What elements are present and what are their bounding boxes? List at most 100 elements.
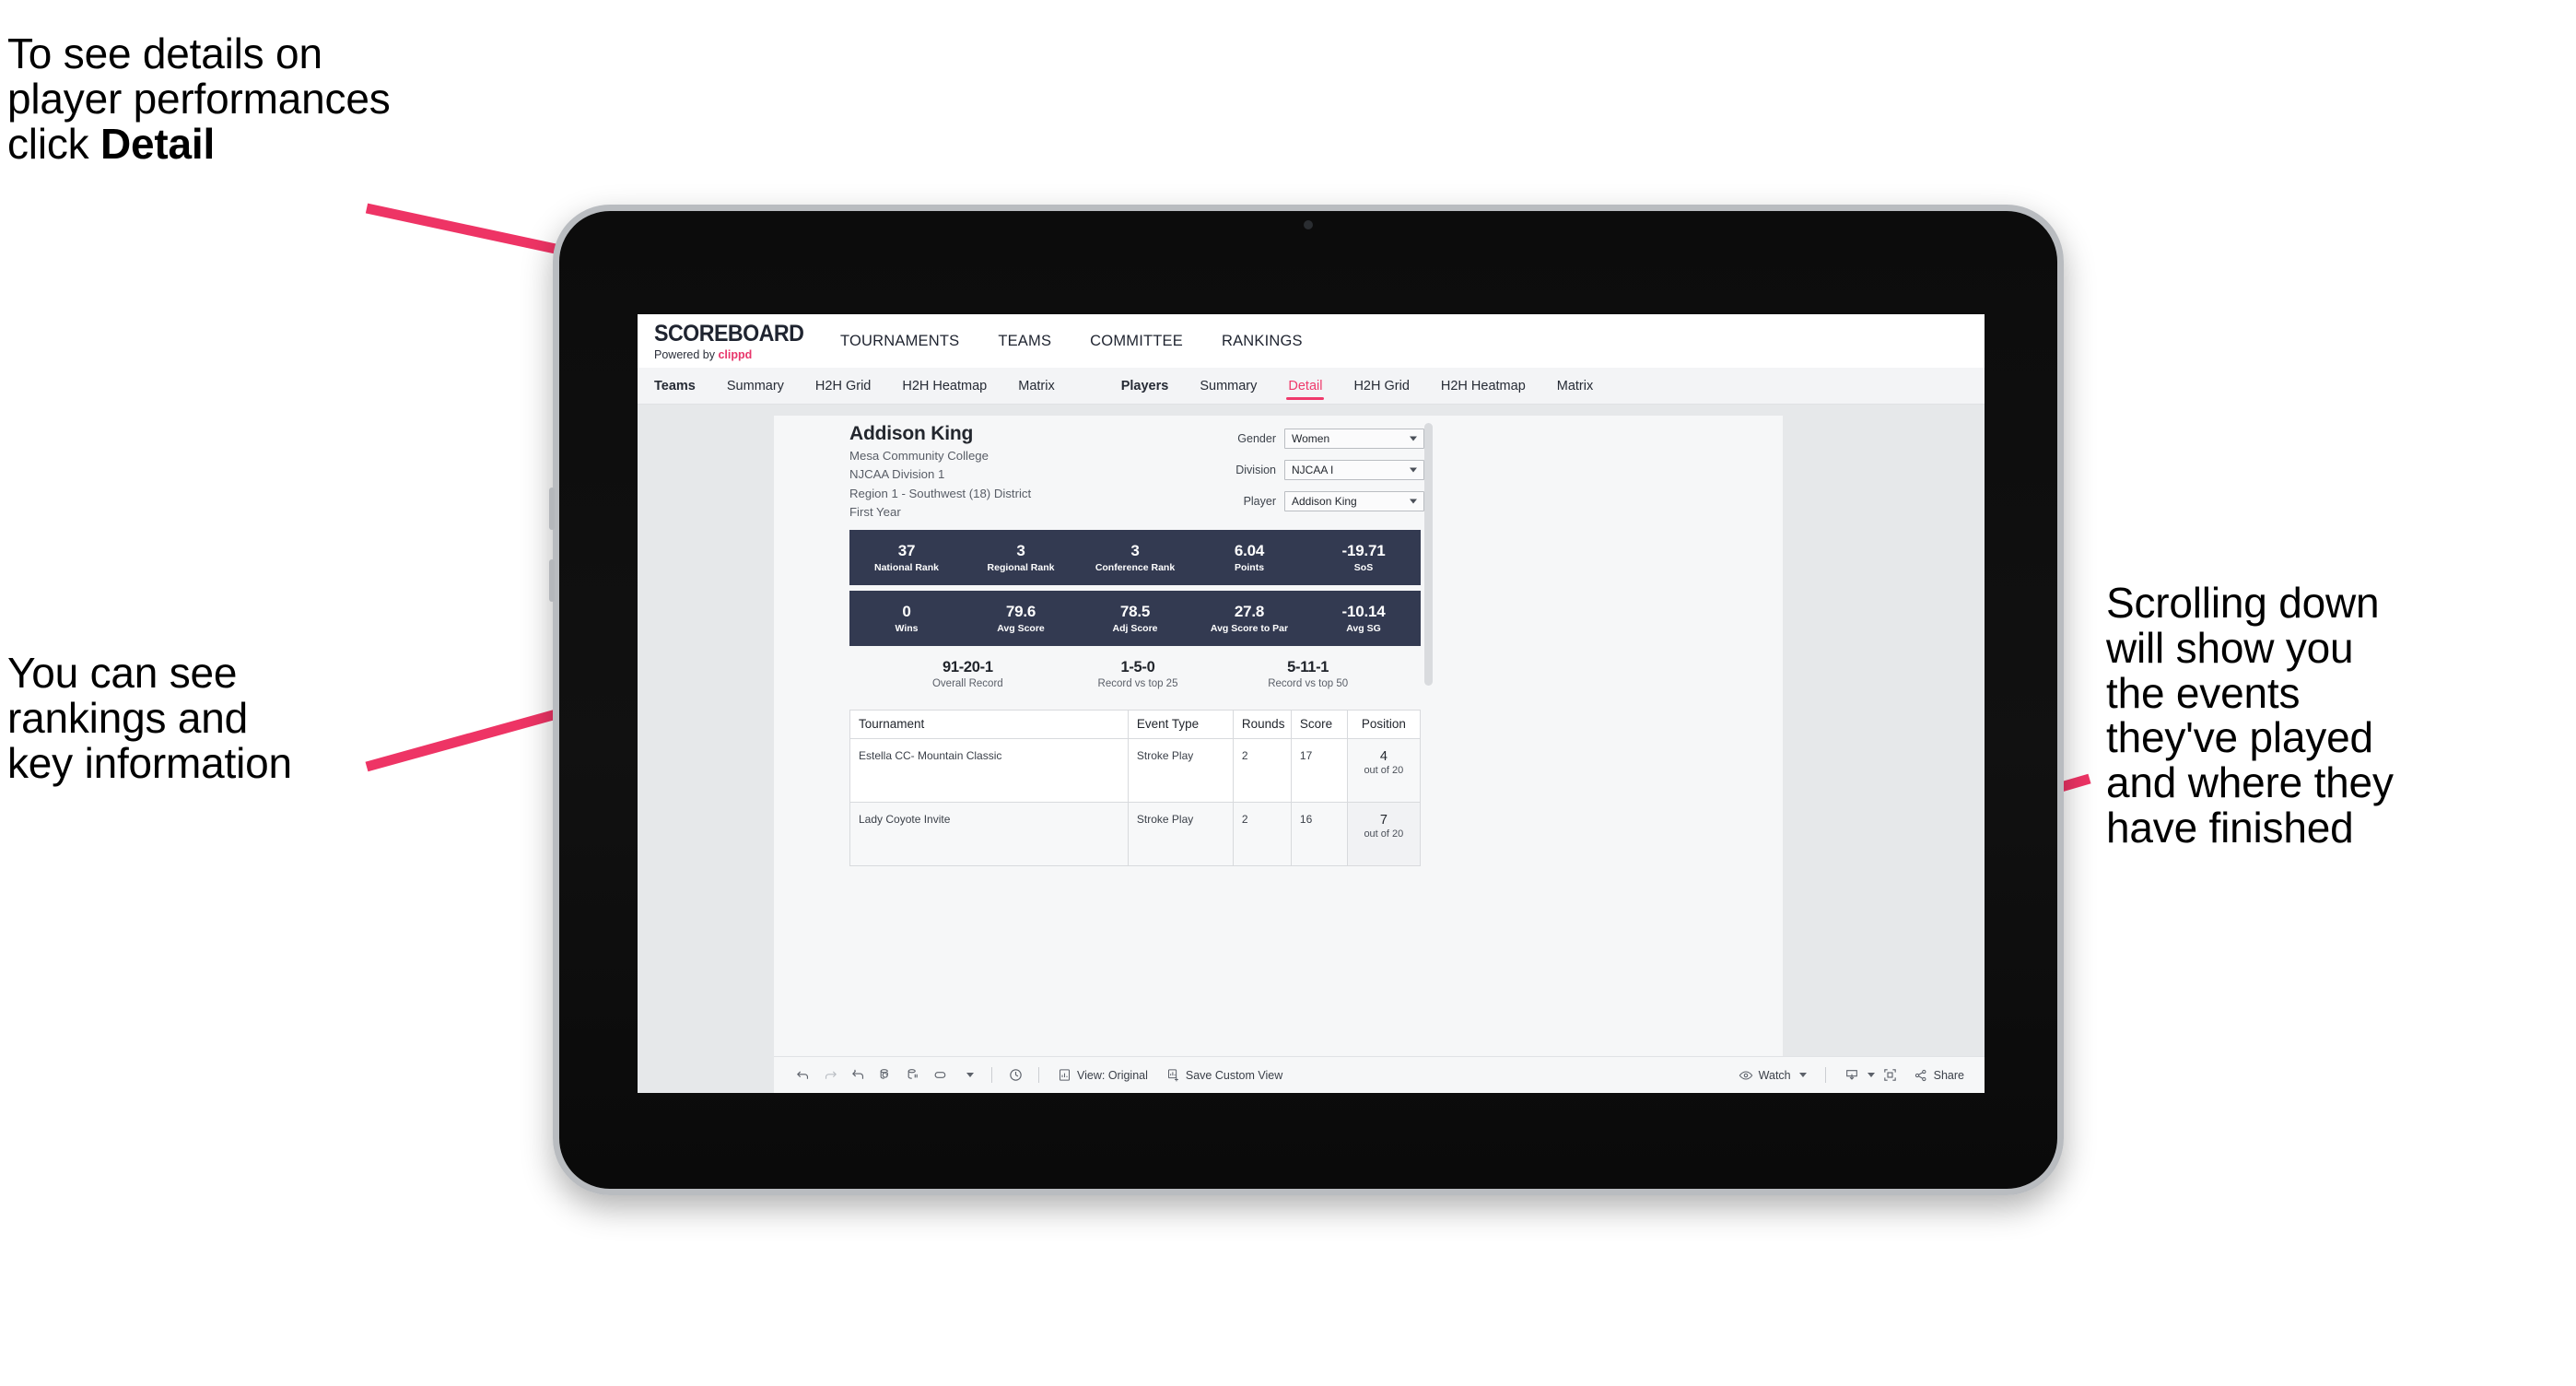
stats-bar-rankings: 37 National Rank 3 Regional Rank 3 Confe… bbox=[849, 529, 1421, 585]
redo-icon[interactable] bbox=[816, 1062, 844, 1089]
stat-value: -19.71 bbox=[1341, 541, 1386, 559]
filter-select-gender[interactable]: Women bbox=[1284, 429, 1424, 449]
tab-players-h2h-grid[interactable]: H2H Grid bbox=[1353, 368, 1409, 405]
watch-button[interactable]: Watch bbox=[1729, 1062, 1816, 1089]
eye-icon bbox=[1739, 1070, 1752, 1080]
pause-data-icon[interactable] bbox=[899, 1062, 927, 1089]
tab-teams[interactable]: Teams bbox=[654, 368, 696, 405]
stat-value: 0 bbox=[902, 602, 911, 620]
browser-viewport: SCOREBOARD Powered by clippd TOURNAMENTS… bbox=[638, 314, 1985, 1093]
record-value: 91-20-1 bbox=[942, 658, 993, 675]
column-header-score[interactable]: Score bbox=[1290, 709, 1348, 739]
filter-value-gender: Women bbox=[1292, 432, 1330, 445]
toolbar-caret-icon[interactable] bbox=[954, 1062, 982, 1089]
share-icon bbox=[1914, 1069, 1926, 1081]
stat-label: Points bbox=[1234, 561, 1265, 573]
vertical-scrollbar[interactable] bbox=[1424, 423, 1433, 686]
save-custom-view-label: Save Custom View bbox=[1185, 1068, 1283, 1082]
stat-value: 3 bbox=[1130, 541, 1140, 559]
screenshot-root: To see details on player performances cl… bbox=[0, 0, 2576, 1386]
table-header-row: Tournament Event Type Rounds Score Posit… bbox=[849, 709, 1422, 739]
record-label: Record vs top 50 bbox=[1268, 677, 1349, 689]
tab-teams-h2h-heatmap[interactable]: H2H Heatmap bbox=[902, 368, 987, 405]
stat-value: -10.14 bbox=[1341, 602, 1386, 620]
cell-rounds: 2 bbox=[1232, 737, 1292, 803]
cell-rounds: 2 bbox=[1232, 801, 1292, 866]
cell-tournament: Estella CC- Mountain Classic bbox=[849, 737, 1129, 803]
cell-position: 7 out of 20 bbox=[1346, 801, 1422, 866]
view-icon bbox=[1060, 1069, 1070, 1081]
stat-label: Avg SG bbox=[1346, 622, 1381, 634]
cell-tournament: Lady Coyote Invite bbox=[849, 801, 1129, 866]
records-row: 91-20-1 Overall Record 1-5-0 Record vs t… bbox=[849, 659, 1421, 689]
stat-value: 37 bbox=[897, 541, 916, 559]
nav-item-tournaments[interactable]: TOURNAMENTS bbox=[840, 333, 959, 350]
record-value: 5-11-1 bbox=[1287, 658, 1329, 675]
events-table-body: Estella CC- Mountain Classic Stroke Play… bbox=[849, 737, 1422, 866]
stat-avg-score-to-par: 27.8 Avg Score to Par bbox=[1192, 603, 1306, 634]
column-header-position[interactable]: Position bbox=[1346, 709, 1422, 739]
nav-item-committee[interactable]: COMMITTEE bbox=[1090, 333, 1183, 350]
tab-teams-matrix[interactable]: Matrix bbox=[1018, 368, 1054, 405]
filter-select-division[interactable]: NJCAA I bbox=[1284, 460, 1424, 480]
column-header-event-type[interactable]: Event Type bbox=[1127, 709, 1234, 739]
table-row[interactable]: Estella CC- Mountain Classic Stroke Play… bbox=[849, 737, 1422, 803]
share-label: Share bbox=[1933, 1068, 1964, 1082]
tab-players-summary[interactable]: Summary bbox=[1200, 368, 1257, 405]
tab-group-players: Players Summary Detail H2H Grid H2H Heat… bbox=[1121, 368, 1625, 405]
powered-by-prefix: Powered by bbox=[654, 348, 719, 361]
tab-players-detail[interactable]: Detail bbox=[1286, 368, 1325, 405]
share-button[interactable]: Share bbox=[1904, 1062, 1973, 1089]
brand-logo[interactable]: SCOREBOARD Powered by clippd bbox=[654, 321, 805, 361]
pause-refresh-icon[interactable] bbox=[1001, 1062, 1029, 1089]
stat-value: 3 bbox=[1016, 541, 1025, 559]
position-out-of: out of 20 bbox=[1364, 828, 1404, 840]
tab-teams-h2h-grid[interactable]: H2H Grid bbox=[815, 368, 871, 405]
chevron-down-icon bbox=[1410, 436, 1417, 441]
pause-auto-update-icon[interactable] bbox=[927, 1062, 954, 1089]
stat-avg-sg: -10.14 Avg SG bbox=[1306, 603, 1421, 634]
stat-label: Regional Rank bbox=[987, 561, 1055, 573]
tablet-device-frame: SCOREBOARD Powered by clippd TOURNAMENTS… bbox=[549, 205, 2064, 1195]
tab-players[interactable]: Players bbox=[1121, 368, 1169, 405]
record-value: 1-5-0 bbox=[1120, 658, 1155, 675]
tab-group-teams: Teams Summary H2H Grid H2H Heatmap Matri… bbox=[654, 368, 1086, 405]
player-detail-card: Gender Women Division NJCAA I Player Add… bbox=[849, 423, 1433, 866]
nav-item-teams[interactable]: TEAMS bbox=[998, 333, 1051, 350]
view-original-button[interactable]: View: Original bbox=[1048, 1062, 1157, 1089]
revert-icon[interactable] bbox=[844, 1062, 872, 1089]
annotation-right: Scrolling down will show you the events … bbox=[2106, 579, 2394, 852]
stat-sos: -19.71 SoS bbox=[1306, 542, 1421, 573]
filter-row-player: Player Addison King bbox=[1194, 491, 1424, 511]
fullscreen-button[interactable] bbox=[1877, 1062, 1904, 1089]
column-header-tournament[interactable]: Tournament bbox=[849, 709, 1129, 739]
view-original-label: View: Original bbox=[1077, 1068, 1148, 1082]
refresh-data-icon[interactable] bbox=[872, 1062, 899, 1089]
position-value: 7 bbox=[1379, 812, 1388, 828]
save-custom-view-button[interactable]: Save Custom View bbox=[1157, 1062, 1292, 1089]
stat-label: Avg Score bbox=[997, 622, 1045, 634]
table-row[interactable]: Lady Coyote Invite Stroke Play 2 16 7 ou… bbox=[849, 801, 1422, 866]
record-label: Record vs top 25 bbox=[1097, 677, 1178, 689]
chevron-down-icon bbox=[1798, 1073, 1807, 1077]
save-view-icon bbox=[1167, 1069, 1178, 1082]
filter-select-player[interactable]: Addison King bbox=[1284, 491, 1424, 511]
annotation-top-left: To see details on player performances cl… bbox=[7, 31, 597, 166]
stat-value: 6.04 bbox=[1234, 541, 1265, 559]
stat-conference-rank: 3 Conference Rank bbox=[1078, 542, 1192, 573]
dashboard-canvas: Gender Women Division NJCAA I Player Add… bbox=[638, 405, 1985, 1093]
bottom-toolbar: View: Original Save Custom View Watch Sh… bbox=[774, 1056, 1985, 1093]
cell-score: 17 bbox=[1290, 737, 1348, 803]
stat-regional-rank: 3 Regional Rank bbox=[964, 542, 1078, 573]
chevron-down-icon bbox=[1410, 499, 1417, 504]
tab-players-matrix[interactable]: Matrix bbox=[1557, 368, 1593, 405]
download-button[interactable] bbox=[1835, 1062, 1877, 1089]
tab-teams-summary[interactable]: Summary bbox=[727, 368, 784, 405]
stat-value: 27.8 bbox=[1234, 602, 1265, 620]
annotation-top-left-bold: Detail bbox=[100, 119, 216, 168]
column-header-rounds[interactable]: Rounds bbox=[1232, 709, 1292, 739]
nav-item-rankings[interactable]: RANKINGS bbox=[1222, 333, 1303, 350]
undo-icon[interactable] bbox=[789, 1062, 816, 1089]
cell-event-type: Stroke Play bbox=[1127, 801, 1234, 866]
tab-players-h2h-heatmap[interactable]: H2H Heatmap bbox=[1441, 368, 1526, 405]
